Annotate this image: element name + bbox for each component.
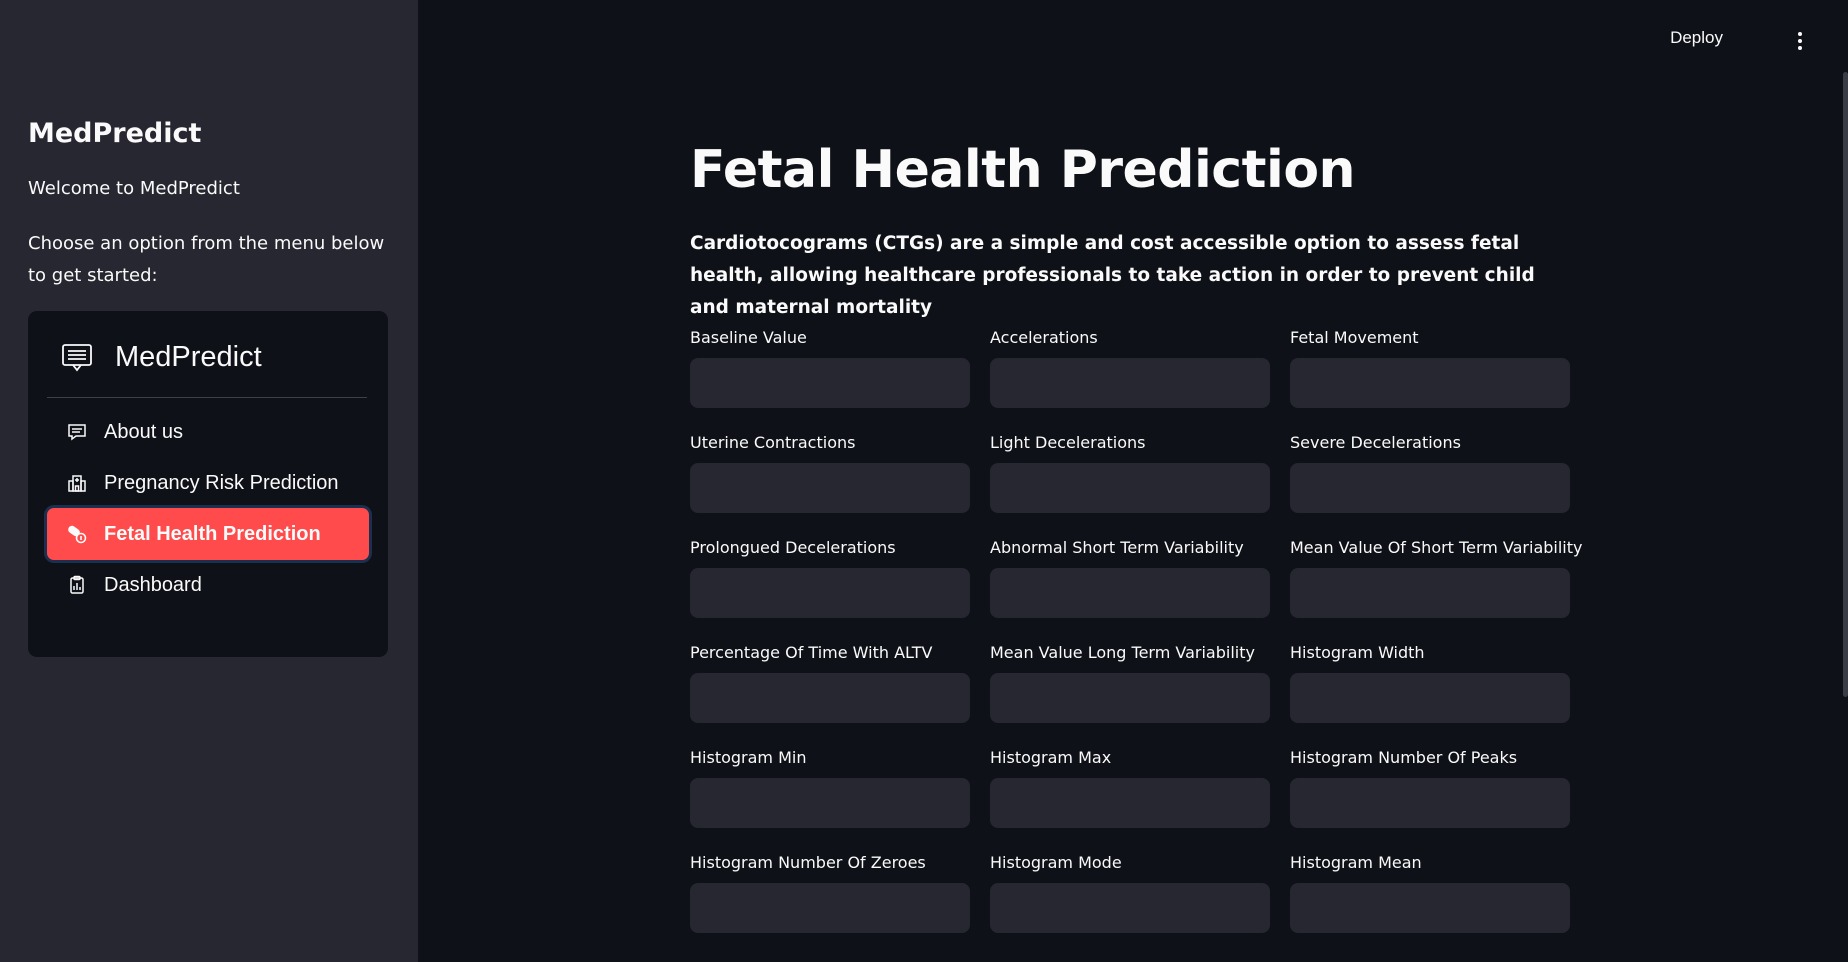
page-title: Fetal Health Prediction (690, 140, 1356, 200)
field-mean-value-long-term-variability: Mean Value Long Term Variability (990, 640, 1270, 745)
percentage-time-altv-input[interactable] (690, 673, 970, 723)
field-label: Prolongued Decelerations (690, 538, 896, 557)
severe-decelerations-input[interactable] (1290, 463, 1570, 513)
field-label: Histogram Mode (990, 853, 1122, 872)
mean-value-long-term-variability-input[interactable] (990, 673, 1270, 723)
scrollbar[interactable] (1843, 72, 1848, 697)
field-histogram-min: Histogram Min (690, 745, 970, 850)
field-label: Histogram Mean (1290, 853, 1422, 872)
field-severe-decelerations: Severe Decelerations (1290, 430, 1570, 535)
field-light-decelerations: Light Decelerations (990, 430, 1270, 535)
histogram-number-of-peaks-input[interactable] (1290, 778, 1570, 828)
baseline-value-input[interactable] (690, 358, 970, 408)
field-label: Abnormal Short Term Variability (990, 538, 1244, 557)
menu-item-label: Dashboard (104, 573, 202, 596)
page-description: Cardiotocograms (CTGs) are a simple and … (690, 233, 1535, 318)
deploy-button[interactable]: Deploy (1670, 28, 1723, 48)
field-label: Histogram Width (1290, 643, 1425, 662)
histogram-max-input[interactable] (990, 778, 1270, 828)
field-label: Histogram Min (690, 748, 807, 767)
menu-item-label: Pregnancy Risk Prediction (104, 471, 339, 494)
menu-item-dashboard[interactable]: Dashboard (47, 559, 369, 611)
menu-item-label: About us (104, 420, 183, 443)
field-histogram-width: Histogram Width (1290, 640, 1570, 745)
field-histogram-number-of-peaks: Histogram Number Of Peaks (1290, 745, 1570, 850)
field-label: Histogram Number Of Zeroes (690, 853, 926, 872)
field-baseline-value: Baseline Value (690, 325, 970, 430)
field-label: Uterine Contractions (690, 433, 856, 452)
field-label: Light Decelerations (990, 433, 1146, 452)
histogram-min-input[interactable] (690, 778, 970, 828)
prolongued-decelerations-input[interactable] (690, 568, 970, 618)
accelerations-input[interactable] (990, 358, 1270, 408)
field-label: Baseline Value (690, 328, 807, 347)
field-mean-value-short-term-variability: Mean Value Of Short Term Variability (1290, 535, 1583, 640)
field-histogram-mode: Histogram Mode (990, 850, 1270, 955)
mean-value-short-term-variability-input[interactable] (1290, 568, 1570, 618)
menu-item-pregnancy-risk-prediction[interactable]: Pregnancy Risk Prediction (47, 457, 369, 509)
field-percentage-time-altv: Percentage Of Time With ALTV (690, 640, 970, 745)
chat-icon (66, 421, 88, 443)
clipboard-data-icon (66, 574, 88, 596)
option-menu-title: MedPredict (115, 341, 262, 373)
option-menu: MedPredict About us Pregnancy Risk Predi… (28, 311, 388, 657)
field-label: Histogram Number Of Peaks (1290, 748, 1518, 767)
field-label: Percentage Of Time With ALTV (690, 643, 933, 662)
light-decelerations-input[interactable] (990, 463, 1270, 513)
field-prolongued-decelerations: Prolongued Decelerations (690, 535, 970, 640)
field-label: Severe Decelerations (1290, 433, 1461, 452)
field-label: Mean Value Of Short Term Variability (1290, 538, 1583, 557)
menu-item-fetal-health-prediction[interactable]: Fetal Health Prediction (47, 508, 369, 560)
menu-item-label: Fetal Health Prediction (104, 522, 321, 545)
histogram-mode-input[interactable] (990, 883, 1270, 933)
kebab-icon[interactable] (1794, 30, 1806, 52)
field-label: Histogram Max (990, 748, 1112, 767)
field-label: Mean Value Long Term Variability (990, 643, 1255, 662)
sidebar: MedPredict Welcome to MedPredict Choose … (0, 0, 418, 962)
field-uterine-contractions: Uterine Contractions (690, 430, 970, 535)
field-abnormal-short-term-variability: Abnormal Short Term Variability (990, 535, 1270, 640)
histogram-number-of-zeroes-input[interactable] (690, 883, 970, 933)
fetal-movement-input[interactable] (1290, 358, 1570, 408)
abnormal-short-term-variability-input[interactable] (990, 568, 1270, 618)
histogram-mean-input[interactable] (1290, 883, 1570, 933)
menu-item-about-us[interactable]: About us (47, 406, 369, 458)
chat-list-icon (62, 344, 92, 372)
uterine-contractions-input[interactable] (690, 463, 970, 513)
histogram-width-input[interactable] (1290, 673, 1570, 723)
input-form: Baseline Value Accelerations Fetal Movem… (690, 325, 1583, 955)
hospital-icon (66, 472, 88, 494)
field-fetal-movement: Fetal Movement (1290, 325, 1570, 430)
field-accelerations: Accelerations (990, 325, 1270, 430)
field-histogram-mean: Histogram Mean (1290, 850, 1570, 955)
option-menu-header: MedPredict (47, 337, 367, 398)
field-label: Accelerations (990, 328, 1098, 347)
field-histogram-number-of-zeroes: Histogram Number Of Zeroes (690, 850, 970, 955)
field-histogram-max: Histogram Max (990, 745, 1270, 850)
field-label: Fetal Movement (1290, 328, 1419, 347)
sidebar-instructions: Choose an option from the menu below to … (28, 233, 385, 286)
capsule-icon (66, 523, 88, 545)
sidebar-welcome-text: Welcome to MedPredict (28, 178, 240, 199)
app: MedPredict Welcome to MedPredict Choose … (0, 0, 1848, 962)
sidebar-title: MedPredict (28, 118, 202, 149)
